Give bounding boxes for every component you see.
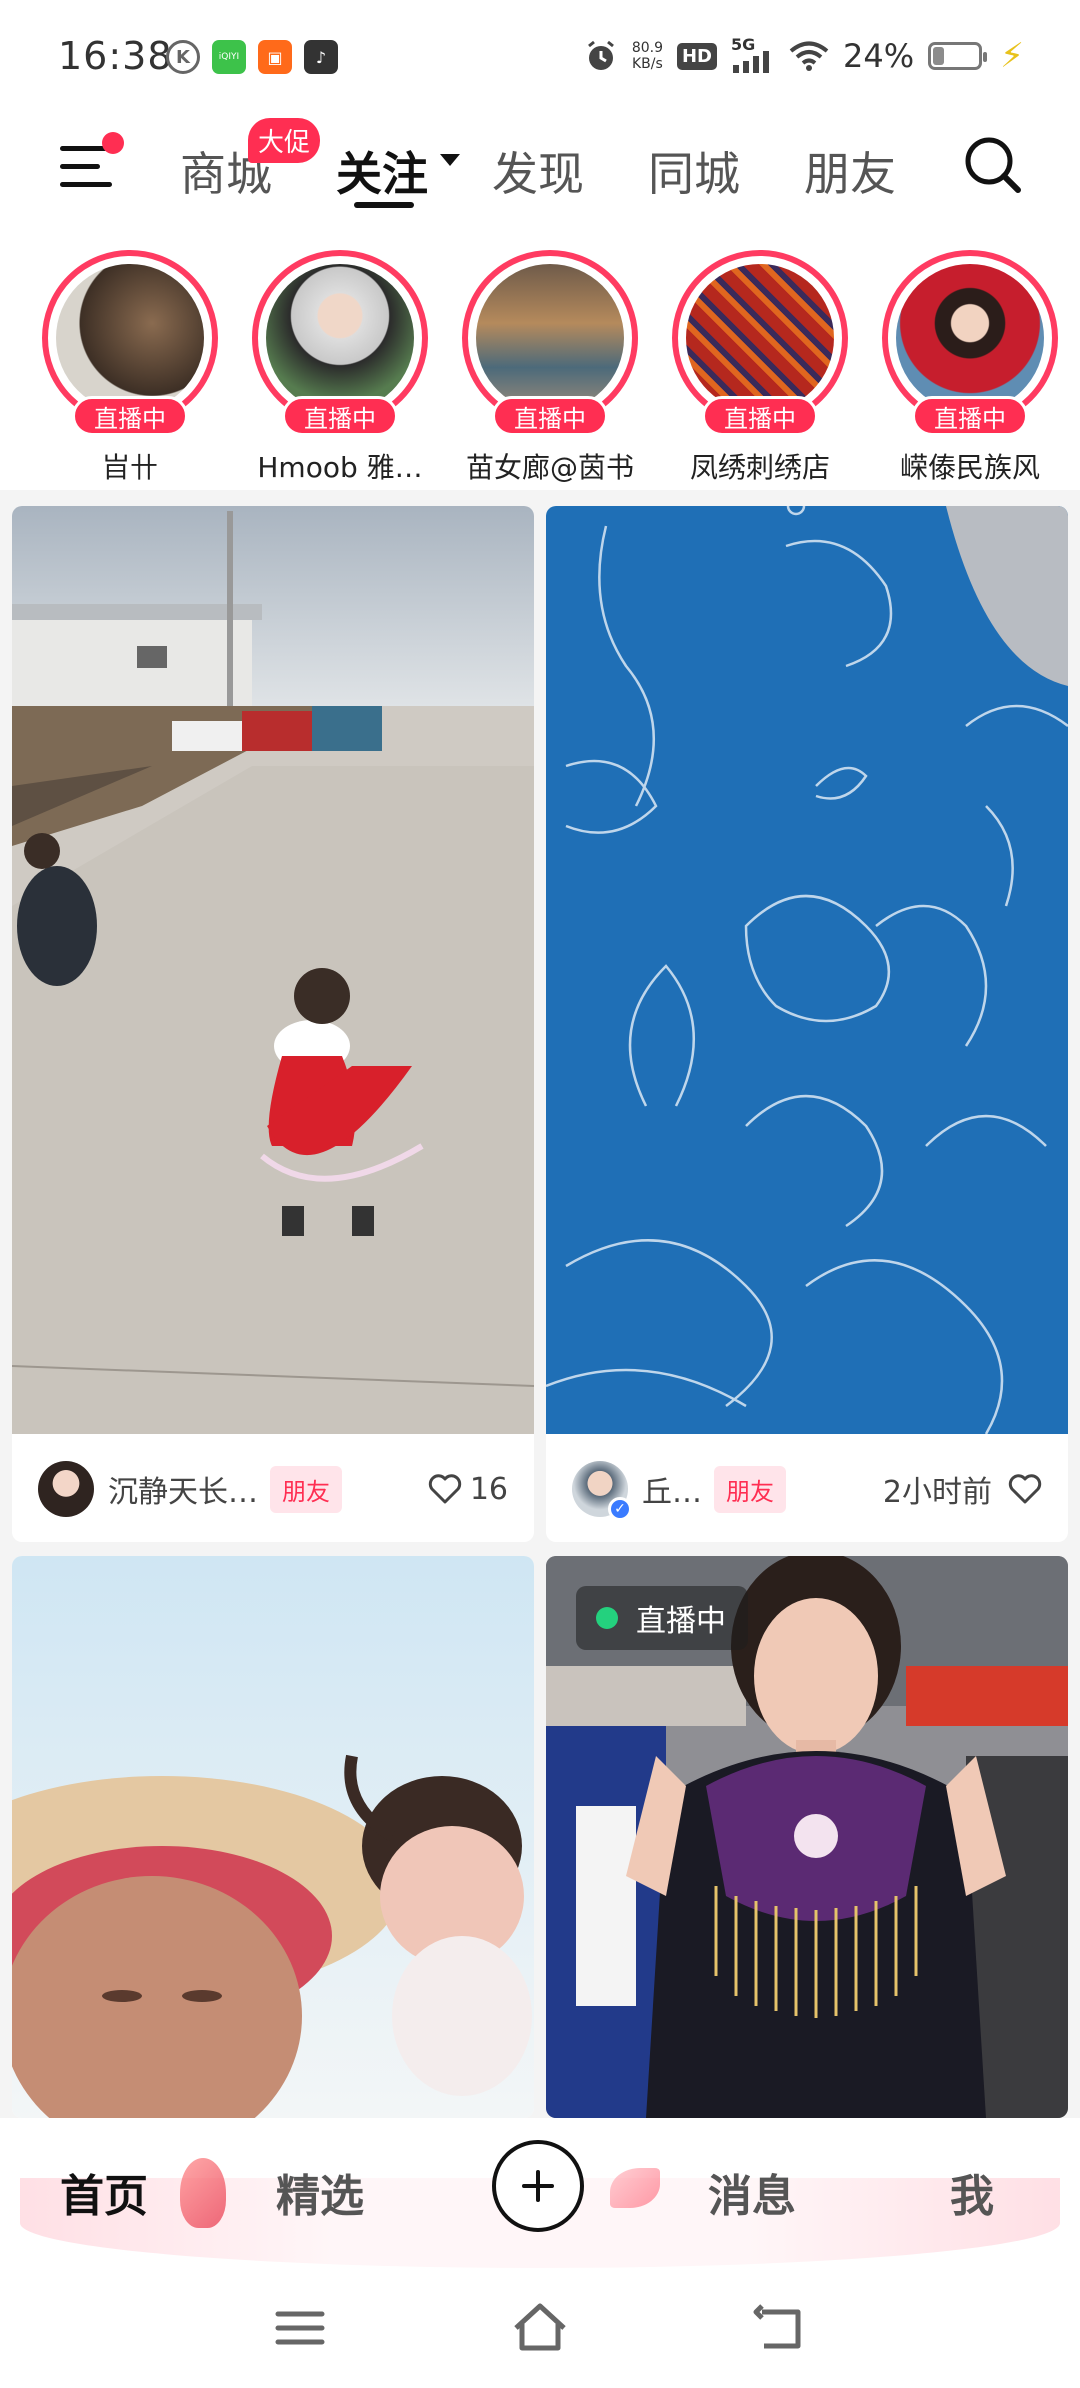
live-badge: 直播中 [282,396,398,436]
live-badge: 直播中 [72,396,188,436]
story-name: Hmoob 雅… [257,451,423,484]
avatar [896,264,1044,412]
notification-dot [102,132,124,154]
video-thumbnail [546,506,1068,1434]
avatar[interactable]: ✓ [572,1461,632,1521]
search-icon[interactable] [962,134,1024,196]
tab-friends[interactable]: 朋友 [804,138,896,204]
live-stories-row: 直播中 㞱卄 直播中 Hmoob 雅… 直播中 苗女廊@茵书 直播中 凤绣刺绣店… [0,240,1080,490]
story-item[interactable]: 直播中 嵘傣民族风 [860,250,1060,484]
battery-icon [928,42,988,70]
hd-icon: HD [676,42,717,70]
feed-card[interactable] [12,1556,534,2118]
top-nav: 商城 大促 关注 发现 同城 朋友 [0,110,1080,240]
bottom-tab-bar: 首页 精选 消息 我 [0,2118,1080,2268]
home-icon[interactable] [510,2298,570,2358]
recent-apps-icon[interactable] [270,2298,330,2358]
feed-card[interactable]: 直播中 [546,1556,1068,2118]
net-speed: 80.9 KB/s [631,40,663,72]
like-count: 16 [469,1471,508,1507]
avatar[interactable] [38,1461,94,1517]
charging-icon: ⚡ [1000,36,1024,76]
story-name: 苗女廊@茵书 [465,451,634,484]
signal-icon: 5G [731,35,775,73]
active-tab-indicator [354,202,414,208]
avatar [686,264,834,412]
tab-featured[interactable]: 精选 [276,2160,364,2224]
story-name: 㞱卄 [101,451,158,484]
story-name: 凤绣刺绣店 [689,451,830,484]
tab-home[interactable]: 首页 [60,2160,148,2224]
chevron-down-icon[interactable] [440,154,460,166]
status-app-icons: K iQIYI ▣ ♪ [166,40,338,74]
heart-icon [428,1474,461,1504]
verified-icon: ✓ [608,1497,632,1521]
friend-tag: 朋友 [714,1465,786,1513]
live-badge: 直播中 [576,1586,748,1650]
tab-nearby[interactable]: 同城 [648,138,740,204]
video-thumbnail [12,506,534,1434]
avatar [476,264,624,412]
status-time: 16:38 [58,34,173,78]
status-bar: 16:38 K iQIYI ▣ ♪ 80.9 KB/s HD 5G 24% ⚡ [0,0,1080,110]
live-badge: 直播中 [702,396,818,436]
wifi-icon [789,41,829,71]
k-app-icon: K [166,40,200,74]
status-right-icons: 80.9 KB/s HD 5G 24% ⚡ [584,35,1024,76]
live-badge: 直播中 [492,396,608,436]
tab-following[interactable]: 关注 [336,138,428,204]
back-icon[interactable] [750,2298,810,2358]
author-name[interactable]: 沉静天长… [108,1467,258,1511]
video-thumbnail [12,1556,534,2118]
tab-me[interactable]: 我 [950,2160,994,2224]
avatar [56,264,204,412]
story-item[interactable]: 直播中 凤绣刺绣店 [650,250,850,484]
lantern-decoration-icon [180,2158,226,2228]
live-dot-icon [596,1607,618,1629]
story-name: 嵘傣民族风 [899,451,1040,484]
create-post-button[interactable] [492,2140,584,2232]
alarm-icon [587,40,614,70]
heart-icon[interactable] [1008,1473,1042,1505]
feed-card[interactable]: ✓ 丘… 朋友 2小时前 [546,506,1068,1542]
author-name[interactable]: 丘… [642,1467,702,1511]
story-item[interactable]: 直播中 㞱卄 [20,250,220,484]
friend-tag: 朋友 [270,1465,342,1513]
story-item[interactable]: 直播中 Hmoob 雅… [230,250,430,484]
menu-button[interactable] [60,132,124,192]
system-navigation-bar [0,2268,1080,2388]
card-footer: 沉静天长… 朋友 16 [12,1434,534,1542]
iqiyi-app-icon: iQIYI [212,40,246,74]
tab-messages[interactable]: 消息 [708,2160,796,2224]
taobao-app-icon: ▣ [258,40,292,74]
battery-percent: 24% [843,37,915,75]
post-time: 2小时前 [882,1475,992,1510]
tiktok-app-icon: ♪ [304,40,338,74]
feed-card[interactable]: 沉静天长… 朋友 16 [12,506,534,1542]
like-button[interactable]: 16 [428,1472,508,1507]
story-item[interactable]: 直播中 苗女廊@茵书 [440,250,640,484]
avatar [266,264,414,412]
card-footer: ✓ 丘… 朋友 2小时前 [546,1434,1068,1542]
tab-discover[interactable]: 发现 [492,138,584,204]
promo-badge: 大促 [248,118,321,163]
live-badge: 直播中 [912,396,1028,436]
